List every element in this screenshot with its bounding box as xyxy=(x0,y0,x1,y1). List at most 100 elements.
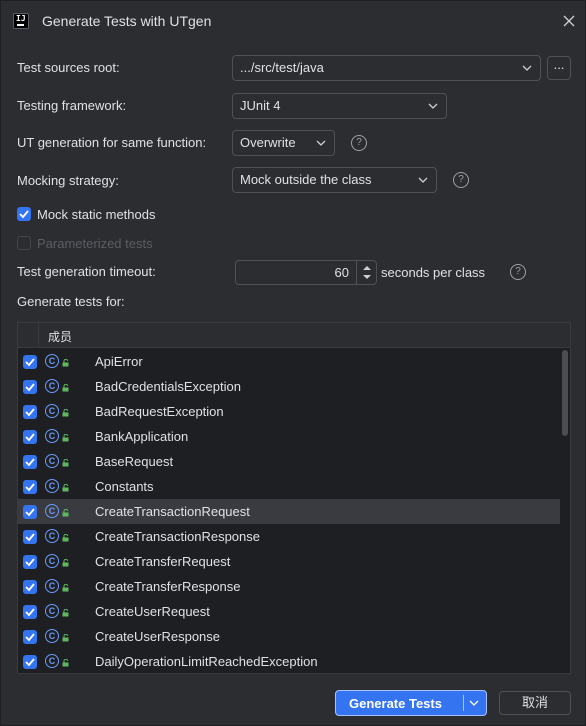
parameterized-checkbox[interactable] xyxy=(17,236,31,250)
row-checkbox[interactable] xyxy=(23,355,37,369)
timeout-spinner[interactable]: 60 xyxy=(235,260,377,285)
same-function-combo[interactable]: Overwrite xyxy=(232,130,335,156)
table-row[interactable]: C ApiError xyxy=(18,349,560,374)
close-icon[interactable] xyxy=(559,11,579,31)
spinner-arrows-icon[interactable] xyxy=(356,261,376,284)
unlocked-icon xyxy=(62,559,69,567)
chevron-down-icon xyxy=(418,177,428,183)
class-name: BaseRequest xyxy=(95,454,174,469)
unlocked-icon xyxy=(62,359,69,367)
row-checkbox[interactable] xyxy=(23,480,37,494)
intellij-app-icon: IJ xyxy=(13,13,29,29)
framework-combo[interactable]: JUnit 4 xyxy=(232,93,447,119)
class-icon: C xyxy=(45,554,59,568)
sources-root-value: .../src/test/java xyxy=(240,60,324,75)
class-icon: C xyxy=(45,354,59,368)
row-checkbox[interactable] xyxy=(23,430,37,444)
title-bar: IJ Generate Tests with UTgen xyxy=(1,1,586,41)
row-checkbox[interactable] xyxy=(23,505,37,519)
table-row[interactable]: C CreateTransferResponse xyxy=(18,574,560,599)
same-function-value: Overwrite xyxy=(240,135,296,150)
table-row[interactable]: C BankApplication xyxy=(18,424,560,449)
table-header: 成员 xyxy=(18,323,570,348)
row-checkbox[interactable] xyxy=(23,580,37,594)
table-row[interactable]: C BadRequestException xyxy=(18,399,560,424)
chevron-down-icon xyxy=(316,140,326,146)
class-name: CreateUserResponse xyxy=(95,629,221,644)
timeout-value: 60 xyxy=(334,265,349,280)
mock-static-label: Mock static methods xyxy=(37,207,156,222)
app-icon-text: IJ xyxy=(16,14,26,23)
table-row[interactable]: C BaseRequest xyxy=(18,449,560,474)
browse-button[interactable]: ... xyxy=(547,56,571,80)
unlocked-icon xyxy=(62,534,69,542)
unlocked-icon xyxy=(62,659,69,667)
class-name: CreateTransactionResponse xyxy=(95,529,260,544)
unlocked-icon xyxy=(62,509,69,517)
parameterized-label: Parameterized tests xyxy=(37,236,153,251)
table-row[interactable]: C DailyOperationLimitReachedException xyxy=(18,649,560,673)
table-row[interactable]: C CreateUserRequest xyxy=(18,599,560,624)
class-name: CreateTransactionRequest xyxy=(95,504,250,519)
class-name: CreateUserRequest xyxy=(95,604,210,619)
row-checkbox[interactable] xyxy=(23,405,37,419)
generate-tests-button[interactable]: Generate Tests xyxy=(335,690,487,716)
help-icon[interactable]: ? xyxy=(510,264,526,280)
generate-tests-dialog: IJ Generate Tests with UTgen Test source… xyxy=(0,0,586,726)
class-icon: C xyxy=(45,479,59,493)
table-row[interactable]: C CreateUserResponse xyxy=(18,624,560,649)
members-table: 成员 C ApiError C BadCredentialsException C Bad… xyxy=(17,322,571,674)
help-icon[interactable]: ? xyxy=(453,172,469,188)
mocking-label: Mocking strategy: xyxy=(17,173,119,188)
window-title: Generate Tests with UTgen xyxy=(42,13,212,29)
row-checkbox[interactable] xyxy=(23,380,37,394)
mocking-value: Mock outside the class xyxy=(240,172,372,187)
table-row[interactable]: C BadCredentialsException xyxy=(18,374,560,399)
unlocked-icon xyxy=(62,409,69,417)
sources-root-label: Test sources root: xyxy=(17,60,120,75)
help-icon[interactable]: ? xyxy=(351,135,367,151)
row-checkbox[interactable] xyxy=(23,555,37,569)
class-name: ApiError xyxy=(95,354,143,369)
class-name: BankApplication xyxy=(95,429,189,444)
unlocked-icon xyxy=(62,384,69,392)
class-icon: C xyxy=(45,579,59,593)
framework-value: JUnit 4 xyxy=(240,98,281,113)
mock-static-checkbox[interactable] xyxy=(17,207,31,221)
chevron-down-icon[interactable] xyxy=(469,699,479,707)
class-icon: C xyxy=(45,404,59,418)
row-checkbox[interactable] xyxy=(23,530,37,544)
table-row[interactable]: C CreateTransferRequest xyxy=(18,549,560,574)
table-row[interactable]: C CreateTransactionRequest xyxy=(18,499,560,524)
table-row[interactable]: C CreateTransactionResponse xyxy=(18,524,560,549)
generate-tests-label: Generate Tests xyxy=(349,696,442,711)
class-icon: C xyxy=(45,654,59,668)
row-checkbox[interactable] xyxy=(23,630,37,644)
class-icon: C xyxy=(45,604,59,618)
unlocked-icon xyxy=(62,459,69,467)
table-row[interactable]: C Constants xyxy=(18,474,560,499)
class-name: BadRequestException xyxy=(95,404,224,419)
class-icon: C xyxy=(45,379,59,393)
mocking-combo[interactable]: Mock outside the class xyxy=(232,167,437,193)
row-checkbox[interactable] xyxy=(23,605,37,619)
unlocked-icon xyxy=(62,484,69,492)
cancel-button[interactable]: 取消 xyxy=(499,691,571,715)
row-checkbox[interactable] xyxy=(23,455,37,469)
class-name: CreateTransferResponse xyxy=(95,579,241,594)
class-name: DailyOperationLimitReachedException xyxy=(95,654,318,669)
chevron-down-icon xyxy=(522,65,532,71)
generate-for-label: Generate tests for: xyxy=(17,294,125,309)
row-checkbox[interactable] xyxy=(23,655,37,669)
class-name: CreateTransferRequest xyxy=(95,554,231,569)
same-function-label: UT generation for same function: xyxy=(17,135,207,150)
class-name: Constants xyxy=(95,479,154,494)
class-icon: C xyxy=(45,454,59,468)
class-icon: C xyxy=(45,629,59,643)
sources-root-combo[interactable]: .../src/test/java xyxy=(232,55,541,81)
unlocked-icon xyxy=(62,609,69,617)
members-column-header[interactable]: 成员 xyxy=(48,328,72,345)
table-scrollbar[interactable] xyxy=(562,350,568,436)
class-icon: C xyxy=(45,504,59,518)
unlocked-icon xyxy=(62,584,69,592)
